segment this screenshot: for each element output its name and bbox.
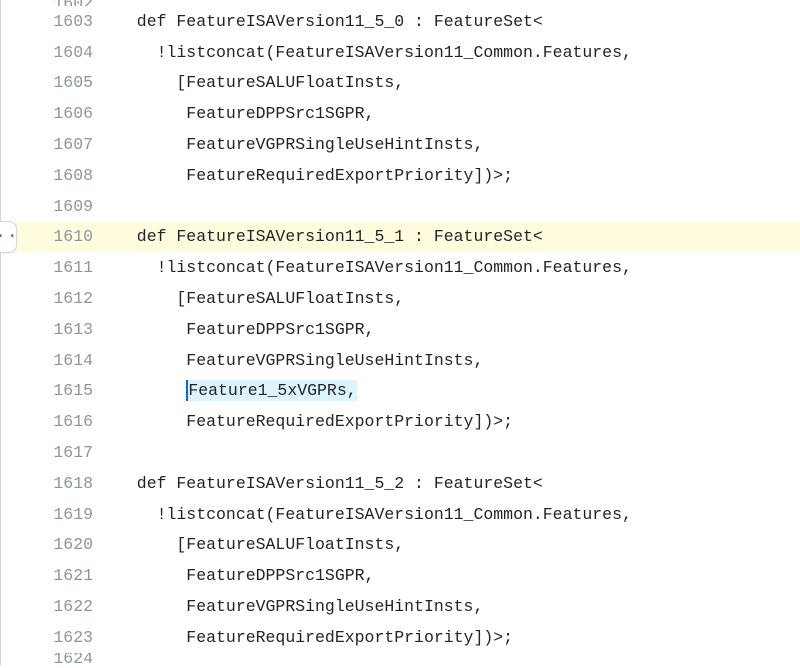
code-content[interactable]: [FeatureSALUFloatInsts, — [109, 289, 800, 308]
line-number[interactable]: 1615 — [1, 381, 109, 400]
line-number[interactable]: 1611 — [1, 258, 109, 277]
code-content[interactable]: FeatureDPPSrc1SGPR, — [109, 104, 800, 123]
code-line[interactable]: 1615 Feature1_5xVGPRs, — [1, 376, 800, 407]
code-content[interactable]: !listconcat(FeatureISAVersion11_Common.F… — [109, 258, 800, 277]
highlighted-token[interactable]: Feature1_5xVGPRs, — [186, 380, 356, 401]
line-number[interactable]: 1612 — [1, 289, 109, 308]
code-line[interactable]: 1614 FeatureVGPRSingleUseHintInsts, — [1, 345, 800, 376]
code-content[interactable]: FeatureRequiredExportPriority])>; — [109, 628, 800, 647]
code-line[interactable]: 1606 FeatureDPPSrc1SGPR, — [1, 98, 800, 129]
line-number[interactable]: 1606 — [1, 104, 109, 123]
code-content[interactable]: FeatureVGPRSingleUseHintInsts, — [109, 351, 800, 370]
code-content[interactable]: def FeatureISAVersion11_5_2 : FeatureSet… — [109, 474, 800, 493]
line-number[interactable]: 1613 — [1, 320, 109, 339]
code-content[interactable]: FeatureVGPRSingleUseHintInsts, — [109, 597, 800, 616]
code-line[interactable]: 1604 !listconcat(FeatureISAVersion11_Com… — [1, 37, 800, 68]
code-line[interactable]: 1617 — [1, 437, 800, 468]
code-line[interactable]: 1611 !listconcat(FeatureISAVersion11_Com… — [1, 252, 800, 283]
more-actions-button[interactable]: ··· — [0, 221, 17, 253]
code-content[interactable]: def FeatureISAVersion11_5_1 : FeatureSet… — [109, 227, 800, 246]
code-content[interactable]: FeatureRequiredExportPriority])>; — [109, 412, 800, 431]
line-number[interactable]: 1624 — [1, 653, 109, 665]
code-line[interactable]: 1623 FeatureRequiredExportPriority])>; — [1, 622, 800, 653]
code-line[interactable]: 1603 def FeatureISAVersion11_5_0 : Featu… — [1, 6, 800, 37]
code-line[interactable]: 1607 FeatureVGPRSingleUseHintInsts, — [1, 129, 800, 160]
code-content[interactable]: !listconcat(FeatureISAVersion11_Common.F… — [109, 43, 800, 62]
line-number[interactable]: 1620 — [1, 535, 109, 554]
line-number[interactable]: 1618 — [1, 474, 109, 493]
line-number[interactable]: 1622 — [1, 597, 109, 616]
line-number[interactable]: 1602 — [1, 0, 109, 6]
line-number[interactable]: 1605 — [1, 73, 109, 92]
code-content[interactable]: FeatureVGPRSingleUseHintInsts, — [109, 135, 800, 154]
code-content[interactable]: [FeatureSALUFloatInsts, — [109, 535, 800, 554]
line-number[interactable]: 1603 — [1, 12, 109, 31]
code-line[interactable]: 1619 !listconcat(FeatureISAVersion11_Com… — [1, 499, 800, 530]
line-number[interactable]: 1623 — [1, 628, 109, 647]
ellipsis-icon: ··· — [0, 228, 19, 246]
line-number[interactable]: 1607 — [1, 135, 109, 154]
line-number[interactable]: 1619 — [1, 505, 109, 524]
code-line[interactable]: 1624 — [1, 653, 800, 665]
code-line[interactable]: 1618 def FeatureISAVersion11_5_2 : Featu… — [1, 468, 800, 499]
code-line[interactable]: 1609 — [1, 191, 800, 222]
code-line[interactable]: 1622 FeatureVGPRSingleUseHintInsts, — [1, 591, 800, 622]
code-line[interactable]: 1620 [FeatureSALUFloatInsts, — [1, 530, 800, 561]
line-number[interactable]: 1614 — [1, 351, 109, 370]
code-line[interactable]: 1610 def FeatureISAVersion11_5_1 : Featu… — [1, 222, 800, 253]
code-line[interactable]: 1605 [FeatureSALUFloatInsts, — [1, 68, 800, 99]
code-content[interactable]: FeatureDPPSrc1SGPR, — [109, 320, 800, 339]
line-number[interactable]: 1608 — [1, 166, 109, 185]
code-content[interactable]: Feature1_5xVGPRs, — [109, 381, 800, 400]
code-container: 16021603 def FeatureISAVersion11_5_0 : F… — [0, 0, 800, 665]
line-number[interactable]: 1604 — [1, 43, 109, 62]
code-line[interactable]: 1616 FeatureRequiredExportPriority])>; — [1, 406, 800, 437]
line-number[interactable]: 1617 — [1, 443, 109, 462]
code-content[interactable]: FeatureDPPSrc1SGPR, — [109, 566, 800, 585]
line-number[interactable]: 1621 — [1, 566, 109, 585]
code-line[interactable]: 1613 FeatureDPPSrc1SGPR, — [1, 314, 800, 345]
code-line[interactable]: 1612 [FeatureSALUFloatInsts, — [1, 283, 800, 314]
code-content[interactable]: def FeatureISAVersion11_5_0 : FeatureSet… — [109, 12, 800, 31]
line-number[interactable]: 1609 — [1, 197, 109, 216]
code-content[interactable]: !listconcat(FeatureISAVersion11_Common.F… — [109, 505, 800, 524]
code-line[interactable]: 1608 FeatureRequiredExportPriority])>; — [1, 160, 800, 191]
code-line[interactable]: 1621 FeatureDPPSrc1SGPR, — [1, 560, 800, 591]
line-number[interactable]: 1616 — [1, 412, 109, 431]
code-content[interactable]: [FeatureSALUFloatInsts, — [109, 73, 800, 92]
code-content[interactable]: FeatureRequiredExportPriority])>; — [109, 166, 800, 185]
